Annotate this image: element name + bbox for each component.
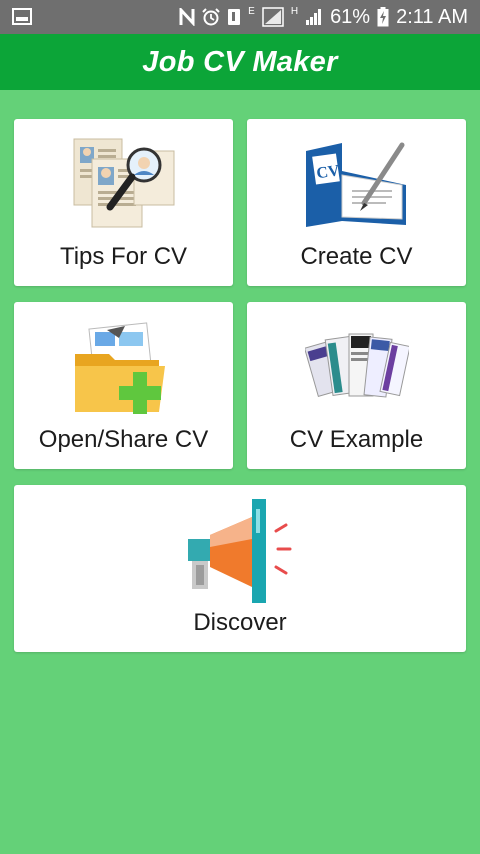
cv-example-label: CV Example <box>289 426 424 453</box>
discover-button[interactable]: Discover <box>14 485 466 652</box>
create-cv-label: Create CV <box>300 243 413 270</box>
app-bar: Job CV Maker <box>0 34 480 90</box>
folder-plus-icon <box>74 322 165 414</box>
network-type-e: E <box>248 6 255 17</box>
tips-for-cv-label: Tips For CV <box>59 243 188 270</box>
gallery-notification-icon <box>12 8 32 25</box>
svg-text:CV: CV <box>315 162 341 182</box>
network-type-h: H <box>290 6 299 17</box>
cv-examples-icon <box>304 333 409 398</box>
tips-for-cv-button[interactable]: Tips For CV <box>14 119 233 286</box>
app-title: Job CV Maker <box>142 45 338 78</box>
battery-percent: 61% <box>330 6 371 28</box>
create-cv-button[interactable]: CV Create CV <box>247 119 466 286</box>
discover-label: Discover <box>193 609 287 636</box>
cv-folder-pen-icon: CV <box>305 142 406 227</box>
status-icons: E H 61% 2:11 AM <box>179 0 468 34</box>
status-bar: E H 61% 2:11 AM <box>0 0 480 34</box>
cv-example-button[interactable]: CV Example <box>247 302 466 469</box>
sim-notification-icon <box>228 9 241 25</box>
battery-charging-icon <box>377 7 389 27</box>
open-share-cv-label: Open/Share CV <box>38 426 209 453</box>
nfc-icon <box>179 8 195 26</box>
signal-1-icon <box>262 7 284 27</box>
clock: 2:11 AM <box>396 6 468 28</box>
alarm-icon <box>202 8 220 26</box>
resume-magnifier-icon <box>73 138 174 228</box>
open-share-cv-button[interactable]: Open/Share CV <box>14 302 233 469</box>
megaphone-icon <box>188 499 292 603</box>
signal-2-icon <box>306 9 322 25</box>
